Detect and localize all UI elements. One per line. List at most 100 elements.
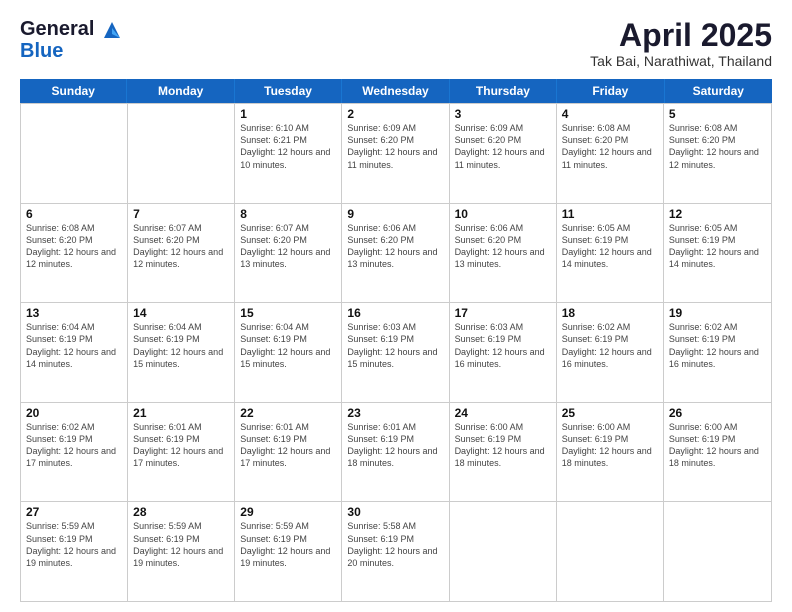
day-info: Sunrise: 6:00 AM Sunset: 6:19 PM Dayligh… [669, 421, 766, 470]
header-day-sunday: Sunday [20, 79, 127, 103]
day-cell-6: 6Sunrise: 6:08 AM Sunset: 6:20 PM Daylig… [21, 204, 128, 303]
header-day-wednesday: Wednesday [342, 79, 449, 103]
day-cell-17: 17Sunrise: 6:03 AM Sunset: 6:19 PM Dayli… [450, 303, 557, 402]
day-cell-18: 18Sunrise: 6:02 AM Sunset: 6:19 PM Dayli… [557, 303, 664, 402]
header-day-friday: Friday [557, 79, 664, 103]
day-cell-25: 25Sunrise: 6:00 AM Sunset: 6:19 PM Dayli… [557, 403, 664, 502]
header-day-saturday: Saturday [665, 79, 772, 103]
day-number: 12 [669, 207, 766, 221]
day-cell-empty [21, 104, 128, 203]
day-info: Sunrise: 6:00 AM Sunset: 6:19 PM Dayligh… [455, 421, 551, 470]
day-cell-27: 27Sunrise: 5:59 AM Sunset: 6:19 PM Dayli… [21, 502, 128, 601]
header-day-tuesday: Tuesday [235, 79, 342, 103]
day-info: Sunrise: 6:05 AM Sunset: 6:19 PM Dayligh… [669, 222, 766, 271]
day-info: Sunrise: 6:04 AM Sunset: 6:19 PM Dayligh… [26, 321, 122, 370]
day-number: 28 [133, 505, 229, 519]
calendar-body: 1Sunrise: 6:10 AM Sunset: 6:21 PM Daylig… [20, 103, 772, 602]
day-cell-8: 8Sunrise: 6:07 AM Sunset: 6:20 PM Daylig… [235, 204, 342, 303]
day-info: Sunrise: 6:01 AM Sunset: 6:19 PM Dayligh… [347, 421, 443, 470]
day-info: Sunrise: 6:02 AM Sunset: 6:19 PM Dayligh… [669, 321, 766, 370]
day-info: Sunrise: 6:04 AM Sunset: 6:19 PM Dayligh… [240, 321, 336, 370]
week-row-4: 20Sunrise: 6:02 AM Sunset: 6:19 PM Dayli… [21, 402, 771, 502]
day-number: 29 [240, 505, 336, 519]
day-cell-5: 5Sunrise: 6:08 AM Sunset: 6:20 PM Daylig… [664, 104, 771, 203]
day-cell-empty [128, 104, 235, 203]
day-number: 17 [455, 306, 551, 320]
day-cell-empty [664, 502, 771, 601]
logo-text: General Blue [20, 18, 122, 62]
day-info: Sunrise: 6:04 AM Sunset: 6:19 PM Dayligh… [133, 321, 229, 370]
day-number: 30 [347, 505, 443, 519]
day-info: Sunrise: 6:10 AM Sunset: 6:21 PM Dayligh… [240, 122, 336, 171]
day-cell-20: 20Sunrise: 6:02 AM Sunset: 6:19 PM Dayli… [21, 403, 128, 502]
day-cell-7: 7Sunrise: 6:07 AM Sunset: 6:20 PM Daylig… [128, 204, 235, 303]
day-number: 23 [347, 406, 443, 420]
header: General Blue April 2025 Tak Bai, Narathi… [20, 18, 772, 69]
day-cell-21: 21Sunrise: 6:01 AM Sunset: 6:19 PM Dayli… [128, 403, 235, 502]
calendar: SundayMondayTuesdayWednesdayThursdayFrid… [20, 79, 772, 602]
day-number: 15 [240, 306, 336, 320]
day-cell-30: 30Sunrise: 5:58 AM Sunset: 6:19 PM Dayli… [342, 502, 449, 601]
day-cell-12: 12Sunrise: 6:05 AM Sunset: 6:19 PM Dayli… [664, 204, 771, 303]
calendar-header: SundayMondayTuesdayWednesdayThursdayFrid… [20, 79, 772, 103]
day-cell-22: 22Sunrise: 6:01 AM Sunset: 6:19 PM Dayli… [235, 403, 342, 502]
day-number: 9 [347, 207, 443, 221]
day-info: Sunrise: 5:59 AM Sunset: 6:19 PM Dayligh… [240, 520, 336, 569]
day-number: 5 [669, 107, 766, 121]
day-info: Sunrise: 6:08 AM Sunset: 6:20 PM Dayligh… [26, 222, 122, 271]
day-info: Sunrise: 6:06 AM Sunset: 6:20 PM Dayligh… [347, 222, 443, 271]
week-row-2: 6Sunrise: 6:08 AM Sunset: 6:20 PM Daylig… [21, 203, 771, 303]
day-info: Sunrise: 6:02 AM Sunset: 6:19 PM Dayligh… [562, 321, 658, 370]
day-cell-28: 28Sunrise: 5:59 AM Sunset: 6:19 PM Dayli… [128, 502, 235, 601]
day-info: Sunrise: 6:06 AM Sunset: 6:20 PM Dayligh… [455, 222, 551, 271]
day-cell-10: 10Sunrise: 6:06 AM Sunset: 6:20 PM Dayli… [450, 204, 557, 303]
day-number: 3 [455, 107, 551, 121]
day-number: 6 [26, 207, 122, 221]
week-row-1: 1Sunrise: 6:10 AM Sunset: 6:21 PM Daylig… [21, 103, 771, 203]
day-cell-4: 4Sunrise: 6:08 AM Sunset: 6:20 PM Daylig… [557, 104, 664, 203]
day-number: 1 [240, 107, 336, 121]
day-info: Sunrise: 6:07 AM Sunset: 6:20 PM Dayligh… [133, 222, 229, 271]
month-title: April 2025 [590, 18, 772, 53]
day-number: 18 [562, 306, 658, 320]
day-info: Sunrise: 6:07 AM Sunset: 6:20 PM Dayligh… [240, 222, 336, 271]
day-cell-empty [557, 502, 664, 601]
day-number: 25 [562, 406, 658, 420]
day-info: Sunrise: 6:03 AM Sunset: 6:19 PM Dayligh… [347, 321, 443, 370]
day-info: Sunrise: 6:05 AM Sunset: 6:19 PM Dayligh… [562, 222, 658, 271]
day-cell-3: 3Sunrise: 6:09 AM Sunset: 6:20 PM Daylig… [450, 104, 557, 203]
day-info: Sunrise: 6:09 AM Sunset: 6:20 PM Dayligh… [347, 122, 443, 171]
logo: General Blue [20, 18, 122, 62]
header-day-monday: Monday [127, 79, 234, 103]
day-number: 7 [133, 207, 229, 221]
day-number: 13 [26, 306, 122, 320]
day-info: Sunrise: 6:01 AM Sunset: 6:19 PM Dayligh… [133, 421, 229, 470]
day-number: 19 [669, 306, 766, 320]
day-cell-15: 15Sunrise: 6:04 AM Sunset: 6:19 PM Dayli… [235, 303, 342, 402]
day-info: Sunrise: 6:00 AM Sunset: 6:19 PM Dayligh… [562, 421, 658, 470]
day-cell-2: 2Sunrise: 6:09 AM Sunset: 6:20 PM Daylig… [342, 104, 449, 203]
day-info: Sunrise: 5:58 AM Sunset: 6:19 PM Dayligh… [347, 520, 443, 569]
logo-general: General [20, 18, 94, 40]
day-cell-empty [450, 502, 557, 601]
day-info: Sunrise: 6:02 AM Sunset: 6:19 PM Dayligh… [26, 421, 122, 470]
day-cell-23: 23Sunrise: 6:01 AM Sunset: 6:19 PM Dayli… [342, 403, 449, 502]
day-number: 20 [26, 406, 122, 420]
day-number: 21 [133, 406, 229, 420]
day-number: 22 [240, 406, 336, 420]
day-cell-9: 9Sunrise: 6:06 AM Sunset: 6:20 PM Daylig… [342, 204, 449, 303]
day-info: Sunrise: 6:01 AM Sunset: 6:19 PM Dayligh… [240, 421, 336, 470]
day-number: 4 [562, 107, 658, 121]
day-number: 10 [455, 207, 551, 221]
day-cell-1: 1Sunrise: 6:10 AM Sunset: 6:21 PM Daylig… [235, 104, 342, 203]
day-cell-14: 14Sunrise: 6:04 AM Sunset: 6:19 PM Dayli… [128, 303, 235, 402]
day-number: 11 [562, 207, 658, 221]
day-cell-24: 24Sunrise: 6:00 AM Sunset: 6:19 PM Dayli… [450, 403, 557, 502]
day-number: 26 [669, 406, 766, 420]
day-cell-11: 11Sunrise: 6:05 AM Sunset: 6:19 PM Dayli… [557, 204, 664, 303]
title-block: April 2025 Tak Bai, Narathiwat, Thailand [590, 18, 772, 69]
day-info: Sunrise: 6:03 AM Sunset: 6:19 PM Dayligh… [455, 321, 551, 370]
page: General Blue April 2025 Tak Bai, Narathi… [0, 0, 792, 612]
day-cell-19: 19Sunrise: 6:02 AM Sunset: 6:19 PM Dayli… [664, 303, 771, 402]
day-number: 24 [455, 406, 551, 420]
